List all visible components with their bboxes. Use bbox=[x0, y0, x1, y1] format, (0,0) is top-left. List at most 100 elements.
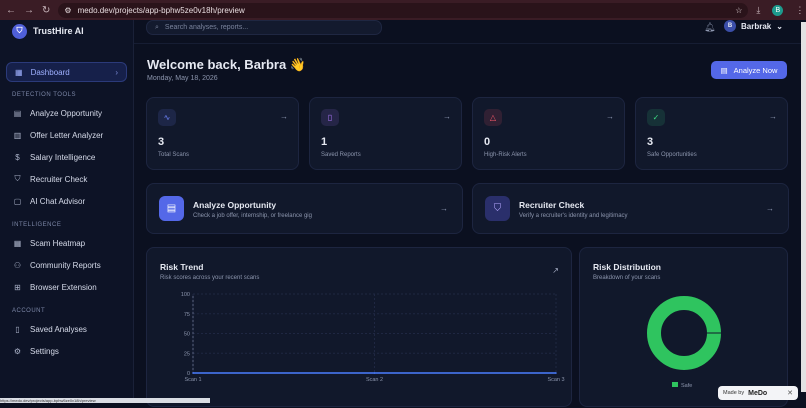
x-tick-label: Scan 1 bbox=[184, 377, 201, 383]
chat-icon: ▢ bbox=[13, 196, 22, 206]
legend-swatch bbox=[672, 382, 678, 387]
made-by-badge[interactable]: Made by MeDo ✕ bbox=[718, 386, 798, 400]
shield-icon: ⛉ bbox=[14, 174, 21, 183]
sidebar-section-title: INTELLIGENCE bbox=[12, 222, 62, 228]
sidebar-item-offer-letter-analyzer[interactable]: ▥ Offer Letter Analyzer bbox=[0, 124, 133, 146]
document-icon: ▤ bbox=[13, 108, 22, 118]
y-tick-label: 75 bbox=[184, 312, 190, 318]
recruiter-check-card[interactable]: ⛉ Recruiter Check Verify a recruiter's i… bbox=[472, 183, 789, 234]
risk-distribution-chart: Safe bbox=[647, 296, 721, 389]
sidebar-item-salary-intelligence[interactable]: $ Salary Intelligence bbox=[0, 146, 133, 168]
analyze-opportunity-card[interactable]: ▤ Analyze Opportunity Check a job offer,… bbox=[146, 183, 463, 234]
sidebar-item-label: Saved Analyses bbox=[30, 324, 87, 334]
brand[interactable]: ⛉ TrustHire AI bbox=[0, 20, 133, 42]
address-bar[interactable]: ⚙ medo.dev/projects/app-bphw5ze0v18h/pre… bbox=[58, 2, 749, 18]
stat-label: High-Risk Alerts bbox=[484, 152, 527, 158]
back-icon[interactable]: ← bbox=[6, 5, 16, 16]
stat-card-total-scans[interactable]: ∿ → 3 Total Scans bbox=[146, 97, 299, 170]
y-tick-label: 25 bbox=[184, 351, 190, 357]
search-input[interactable]: ⌕ Search analyses, reports... bbox=[146, 20, 382, 35]
made-by-text: Made by bbox=[723, 390, 745, 396]
bell-icon[interactable]: 🔔︎ bbox=[704, 22, 715, 33]
arrow-right-icon: → bbox=[606, 112, 614, 121]
data-point bbox=[555, 372, 557, 374]
x-tick-label: Scan 2 bbox=[366, 377, 383, 383]
sidebar-item-label: Recruiter Check bbox=[30, 174, 88, 184]
sidebar-item-ai-chat-advisor[interactable]: ▢ AI Chat Advisor bbox=[0, 190, 133, 212]
sidebar-item-label: Community Reports bbox=[30, 260, 101, 270]
bookmark-icon: ▯ bbox=[321, 109, 339, 126]
stat-value: 0 bbox=[484, 136, 491, 148]
user-name: Barbrak bbox=[741, 21, 772, 31]
check-circle-icon: ✓ bbox=[647, 109, 665, 126]
x-tick-label: Scan 3 bbox=[547, 377, 564, 383]
document-icon: ▤ bbox=[720, 65, 728, 75]
sidebar-section-title: DETECTION TOOLS bbox=[12, 92, 76, 98]
close-icon[interactable]: ✕ bbox=[787, 389, 793, 397]
stat-card-saved-reports[interactable]: ▯ → 1 Saved Reports bbox=[309, 97, 462, 170]
y-tick-label: 50 bbox=[184, 332, 190, 338]
risk-trend-panel: Risk Trend Risk scores across your recen… bbox=[146, 247, 572, 407]
sidebar-item-scam-heatmap[interactable]: ▦ Scam Heatmap bbox=[0, 232, 133, 254]
sidebar-item-label: Analyze Opportunity bbox=[30, 108, 103, 118]
data-point bbox=[192, 372, 194, 374]
action-subtitle: Verify a recruiter's identity and legiti… bbox=[519, 213, 628, 219]
chevron-down-icon: ⌄ bbox=[776, 21, 783, 31]
dollar-icon: $ bbox=[15, 152, 20, 162]
stat-card-high-risk-alerts[interactable]: △ → 0 High-Risk Alerts bbox=[472, 97, 625, 170]
sidebar-item-settings[interactable]: ⚙ Settings bbox=[0, 340, 133, 362]
shield-logo-icon: ⛉ bbox=[12, 23, 27, 39]
alert-icon: △ bbox=[484, 109, 502, 126]
brand-name: TrustHire AI bbox=[33, 26, 84, 36]
legend-label: Safe bbox=[681, 383, 692, 389]
shield-icon: ⛉ bbox=[485, 196, 510, 221]
download-icon[interactable]: ⤓ bbox=[756, 5, 760, 16]
profile-avatar[interactable]: B bbox=[772, 4, 784, 16]
sidebar-item-browser-extension[interactable]: ⊞ Browser Extension bbox=[0, 276, 133, 298]
url-text: medo.dev/projects/app-bphw5ze0v18h/previ… bbox=[77, 5, 245, 15]
map-icon: ▦ bbox=[13, 238, 22, 248]
sidebar-item-community-reports[interactable]: ⚇ Community Reports bbox=[0, 254, 133, 276]
sidebar-item-dashboard[interactable]: ▦ Dashboard › bbox=[6, 62, 127, 82]
stat-value: 3 bbox=[158, 136, 165, 148]
y-tick-label: 100 bbox=[181, 292, 190, 298]
search-icon: ⌕ bbox=[155, 23, 159, 31]
arrow-right-icon: → bbox=[443, 112, 451, 121]
page-date: Monday, May 18, 2026 bbox=[147, 75, 218, 82]
stat-label: Saved Reports bbox=[321, 152, 361, 158]
stat-label: Total Scans bbox=[158, 152, 190, 158]
sidebar-item-analyze-opportunity[interactable]: ▤ Analyze Opportunity bbox=[0, 102, 133, 124]
arrow-right-icon: → bbox=[769, 112, 777, 121]
sidebar-item-label: Dashboard bbox=[30, 67, 70, 77]
site-info-icon[interactable]: ⚙ bbox=[64, 6, 71, 15]
search-placeholder: Search analyses, reports... bbox=[164, 24, 249, 31]
arrow-right-icon: → bbox=[440, 204, 448, 213]
page-scrollbar[interactable] bbox=[801, 22, 806, 392]
risk-trend-chart: 0255075100Scan 1 Scan 2 Scan 3 bbox=[181, 292, 565, 383]
avatar: B bbox=[724, 20, 736, 32]
puzzle-icon: ⊞ bbox=[14, 282, 21, 292]
analyze-now-button[interactable]: ▤ Analyze Now bbox=[711, 61, 787, 79]
sidebar-item-recruiter-check[interactable]: ⛉ Recruiter Check bbox=[0, 168, 133, 190]
gear-icon: ⚙ bbox=[13, 346, 22, 356]
users-icon: ⚇ bbox=[13, 260, 22, 270]
menu-icon[interactable]: ⋮ bbox=[795, 5, 804, 16]
browser-toolbar: ← → ↻ ⚙ medo.dev/projects/app-bphw5ze0v1… bbox=[0, 0, 806, 20]
medo-logo-text: MeDo bbox=[748, 389, 768, 397]
sidebar-item-saved-analyses[interactable]: ▯ Saved Analyses bbox=[0, 318, 133, 340]
sidebar-item-label: Salary Intelligence bbox=[30, 152, 96, 162]
sidebar-item-label: Scam Heatmap bbox=[30, 238, 86, 248]
sidebar-item-label: Browser Extension bbox=[30, 282, 97, 292]
arrow-right-icon: → bbox=[280, 112, 288, 121]
sidebar-item-label: Offer Letter Analyzer bbox=[30, 130, 104, 140]
action-subtitle: Check a job offer, internship, or freela… bbox=[193, 213, 312, 219]
user-menu[interactable]: B Barbrak ⌄ bbox=[724, 20, 783, 32]
stat-card-safe-opportunities[interactable]: ✓ → 3 Safe Opportunities bbox=[635, 97, 788, 170]
analyze-now-label: Analyze Now bbox=[733, 65, 778, 75]
pulse-icon: ∿ bbox=[158, 109, 176, 126]
pie-slice bbox=[647, 296, 721, 370]
sidebar-section-title: ACCOUNT bbox=[12, 308, 46, 314]
reload-icon[interactable]: ↻ bbox=[42, 5, 50, 16]
star-icon[interactable]: ☆ bbox=[735, 6, 742, 15]
forward-icon[interactable]: → bbox=[24, 5, 34, 16]
